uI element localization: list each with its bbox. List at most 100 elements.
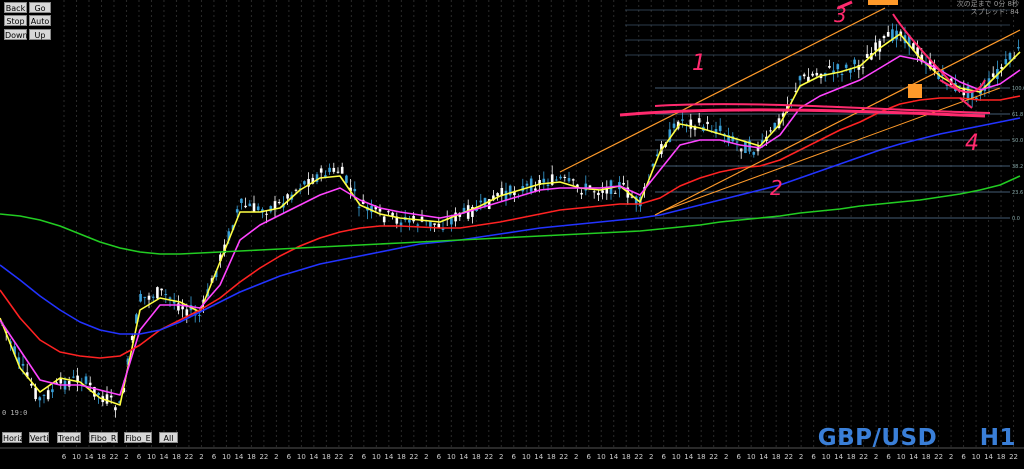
x-tick-label: 10: [672, 453, 681, 461]
x-tick-label: 6: [137, 453, 142, 461]
candle-body: [168, 297, 172, 299]
candle-body: [34, 387, 37, 400]
x-tick-label: 2: [124, 453, 128, 461]
fibo-level-label: 61.8: [1012, 112, 1023, 118]
candle-body: [46, 390, 50, 400]
stop-button[interactable]: Stop: [4, 15, 27, 26]
chart-canvas[interactable]: 100.061.850.038.223.60.0 1234 6101418222…: [0, 0, 1024, 465]
candle-body: [408, 219, 411, 223]
candle-body: [109, 395, 113, 398]
candle-body: [151, 296, 155, 298]
x-tick-label: 22: [409, 453, 418, 461]
trendline-drawings[interactable]: [559, 0, 1021, 216]
x-tick-label: 14: [534, 453, 543, 461]
price-chart[interactable]: 100.061.850.038.223.60.0 1234 6101418222…: [0, 0, 1024, 465]
fibo-expansion-button[interactable]: Fibo_E: [124, 432, 152, 443]
down-button[interactable]: Down: [4, 29, 28, 40]
candle-body: [546, 184, 550, 186]
candle-body: [718, 125, 722, 132]
trendline-button[interactable]: Trend: [57, 432, 81, 443]
candle-body: [160, 288, 163, 291]
x-tick-label: 6: [886, 453, 891, 461]
x-tick-label: 2: [349, 453, 353, 461]
candle-body: [689, 119, 693, 129]
candle-body: [382, 216, 386, 223]
candle-body: [802, 74, 806, 77]
x-tick-label: 6: [961, 453, 966, 461]
fibo-level-label: 50.0: [1012, 138, 1023, 144]
candle-body: [433, 223, 436, 225]
x-tick-label: 10: [897, 453, 906, 461]
x-tick-label: 6: [512, 453, 517, 461]
x-tick-label: 18: [847, 453, 856, 461]
x-tick-label: 6: [811, 453, 816, 461]
time-label: 0 19:0: [2, 409, 28, 417]
auto-button[interactable]: Auto: [29, 15, 51, 26]
candle-body: [244, 205, 247, 208]
candle-body: [42, 394, 46, 396]
marker-square: [908, 84, 922, 98]
candle-body: [697, 118, 701, 123]
candle-body: [252, 203, 256, 212]
candle-body: [828, 65, 831, 68]
x-tick-label: 22: [934, 453, 943, 461]
marker-top: [868, 0, 898, 5]
candle-body: [525, 183, 529, 186]
candle-body: [874, 42, 877, 51]
candle-body: [567, 178, 571, 182]
x-tick-label: 6: [661, 453, 666, 461]
horizontal-line-button[interactable]: Horiz: [2, 432, 24, 443]
x-tick-label: 10: [822, 453, 831, 461]
x-tick-label: 14: [834, 453, 843, 461]
candle-body: [450, 218, 453, 225]
fibo-retracement-button[interactable]: Fibo_R: [89, 432, 118, 443]
candle-body: [563, 176, 567, 178]
moving-averages: [0, 33, 1021, 406]
x-tick-label: 6: [437, 453, 442, 461]
candle-body: [72, 376, 75, 378]
candle-body: [886, 32, 890, 37]
x-tick-label: 2: [424, 453, 428, 461]
candle-body: [21, 363, 25, 366]
candle-body: [340, 166, 344, 174]
candle-body: [744, 141, 747, 153]
x-tick-label: 2: [199, 453, 203, 461]
pen-number-annotation: 1: [692, 51, 706, 76]
symbol-timeframe-label: GBP/USD H1: [817, 425, 1016, 451]
x-tick-label: 14: [909, 453, 918, 461]
candle-body: [198, 314, 201, 316]
x-tick-label: 14: [984, 453, 993, 461]
x-tick-label: 6: [736, 453, 741, 461]
x-tick-label: 10: [372, 453, 381, 461]
x-tick-label: 14: [234, 453, 243, 461]
x-tick-label: 2: [724, 453, 728, 461]
back-button[interactable]: Back: [4, 2, 27, 13]
x-tick-label: 18: [922, 453, 931, 461]
vertical-line-button[interactable]: Verti: [29, 432, 49, 443]
candle-body: [496, 193, 499, 197]
delete-all-button[interactable]: All: [159, 432, 178, 443]
x-tick-label: 10: [147, 453, 156, 461]
candle-body: [399, 222, 403, 226]
candle-body: [592, 191, 596, 193]
candle-body: [844, 64, 848, 68]
candle-body: [1017, 47, 1020, 49]
x-tick-label: 14: [459, 453, 468, 461]
candle-body: [836, 64, 840, 70]
x-tick-label: 14: [759, 453, 768, 461]
candle-body: [353, 188, 357, 192]
up-button[interactable]: Up: [29, 29, 51, 40]
candle-body: [416, 224, 420, 226]
x-tick-label: 18: [472, 453, 481, 461]
candle-body: [143, 296, 147, 298]
candle-body: [853, 59, 856, 65]
x-tick-label: 6: [287, 453, 292, 461]
candle-body: [147, 295, 151, 300]
pen-number-annotation: 3: [834, 3, 847, 27]
x-tick-label: 2: [274, 453, 278, 461]
go-button[interactable]: Go: [29, 2, 51, 13]
x-tick-label: 18: [547, 453, 556, 461]
candle-body: [681, 119, 684, 121]
x-tick-label: 18: [247, 453, 256, 461]
x-tick-label: 18: [397, 453, 406, 461]
